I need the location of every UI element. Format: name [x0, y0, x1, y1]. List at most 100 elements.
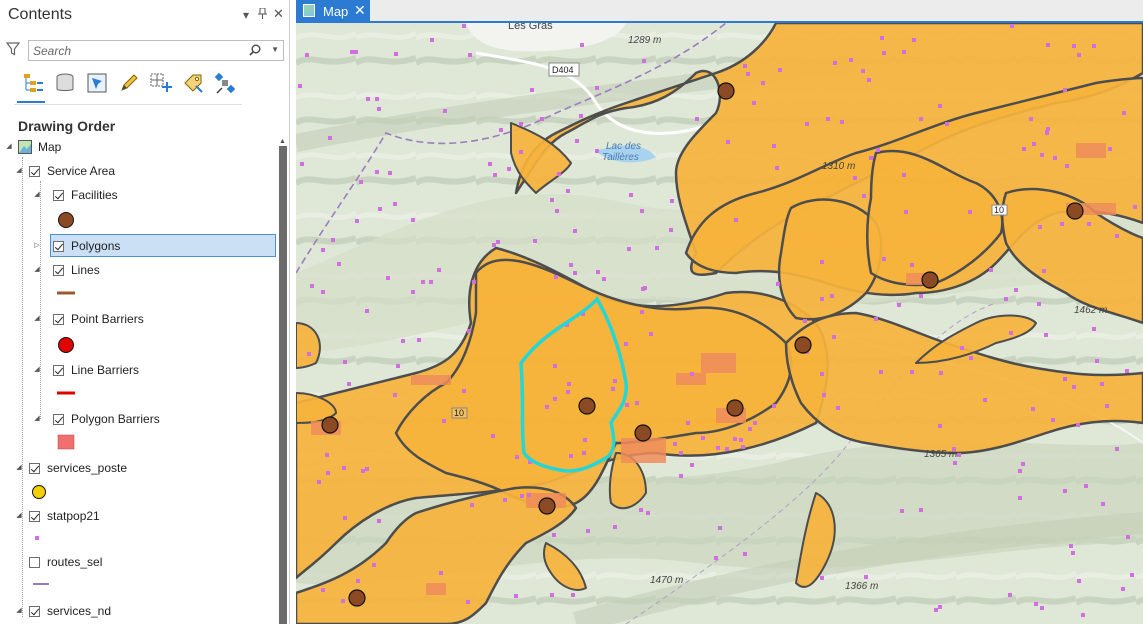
service-area-checkbox[interactable]: [29, 166, 40, 177]
collapse-point-barriers-icon[interactable]: ◢: [32, 309, 42, 329]
collapse-service-area-icon[interactable]: ◢: [14, 161, 24, 181]
list-by-selection-icon[interactable]: [84, 70, 110, 96]
collapse-map-icon[interactable]: ◢: [4, 137, 14, 157]
expand-polygons-icon[interactable]: ▷: [32, 236, 42, 256]
population-point: [1076, 423, 1080, 427]
tree-node-polygons[interactable]: ▷ Polygons: [32, 234, 276, 258]
list-by-snapping-icon[interactable]: [148, 70, 174, 96]
facility-point[interactable]: [348, 589, 366, 607]
scroll-up-icon[interactable]: ▲: [279, 138, 286, 145]
population-point: [305, 53, 309, 57]
population-point: [1042, 269, 1046, 273]
population-point: [545, 405, 549, 409]
label-d404: D404: [552, 65, 574, 75]
population-point: [1031, 407, 1035, 411]
population-point: [849, 58, 853, 62]
population-point: [569, 263, 573, 267]
population-point: [673, 442, 677, 446]
population-point: [468, 53, 472, 57]
population-point: [421, 280, 425, 284]
contents-pane: Contents ▾ ✕ ▼: [0, 0, 290, 624]
list-by-perspective-imagery-icon[interactable]: [212, 70, 238, 96]
statpop21-checkbox[interactable]: [29, 511, 40, 522]
population-point: [365, 467, 369, 471]
services-nd-checkbox[interactable]: [29, 606, 40, 617]
facility-point[interactable]: [538, 497, 556, 515]
collapse-facilities-icon[interactable]: ◢: [32, 185, 42, 205]
collapse-lines-icon[interactable]: ◢: [32, 260, 42, 280]
population-point: [298, 84, 302, 88]
population-point: [365, 309, 369, 313]
collapse-line-barriers-icon[interactable]: ◢: [32, 360, 42, 380]
population-point: [343, 360, 347, 364]
collapse-services-nd-icon[interactable]: ◢: [14, 601, 24, 621]
filter-icon[interactable]: [5, 42, 21, 59]
population-point: [714, 556, 718, 560]
tab-map[interactable]: Map ✕: [296, 0, 370, 22]
population-point: [1122, 111, 1126, 115]
population-point: [938, 104, 942, 108]
search-input[interactable]: [33, 43, 243, 58]
population-point: [968, 210, 972, 214]
lines-checkbox[interactable]: [53, 265, 64, 276]
list-by-editing-icon[interactable]: [116, 70, 142, 96]
collapse-statpop21-icon[interactable]: ◢: [14, 506, 24, 526]
population-point: [347, 382, 351, 386]
facility-point[interactable]: [578, 397, 596, 415]
population-point: [366, 97, 370, 101]
search-icon[interactable]: [249, 44, 261, 59]
population-point: [583, 438, 587, 442]
facility-point[interactable]: [321, 416, 339, 434]
population-point: [679, 474, 683, 478]
search-options-icon[interactable]: ▼: [271, 45, 279, 54]
line-barriers-checkbox[interactable]: [53, 365, 64, 376]
contents-scroll-thumb[interactable]: [279, 146, 287, 624]
facility-point[interactable]: [726, 399, 744, 417]
auto-hide-pin-icon[interactable]: [258, 7, 267, 22]
facility-point[interactable]: [1066, 202, 1084, 220]
facilities-checkbox[interactable]: [53, 190, 64, 201]
close-tab-icon[interactable]: ✕: [354, 2, 366, 19]
population-point: [1018, 469, 1022, 473]
population-point: [741, 445, 745, 449]
population-point: [853, 176, 857, 180]
collapse-polygon-barriers-icon[interactable]: ◢: [32, 409, 42, 429]
population-point: [820, 372, 824, 376]
population-point: [401, 339, 405, 343]
facility-point[interactable]: [794, 336, 812, 354]
facility-point[interactable]: [634, 424, 652, 442]
point-barriers-checkbox[interactable]: [53, 314, 64, 325]
elevation-1366: 1366 m: [845, 581, 878, 592]
population-point: [515, 455, 519, 459]
population-point: [527, 493, 531, 497]
pane-options-icon[interactable]: ▾: [243, 8, 249, 22]
population-point: [826, 117, 830, 121]
map-canvas[interactable]: Les Gras D404 Lac des Taillères 1289 m 1…: [296, 23, 1143, 624]
list-by-drawing-order-icon[interactable]: [20, 70, 46, 96]
list-by-labeling-icon[interactable]: [180, 70, 206, 96]
population-point: [919, 508, 923, 512]
population-point: [983, 398, 987, 402]
list-by-data-source-icon[interactable]: [52, 70, 78, 96]
close-pane-icon[interactable]: ✕: [273, 6, 284, 22]
population-point: [377, 107, 381, 111]
population-point: [880, 36, 884, 40]
label-lac1: Lac des: [606, 141, 641, 152]
population-point: [493, 173, 497, 177]
population-point: [1081, 613, 1085, 617]
population-point: [341, 599, 345, 603]
population-point: [354, 50, 358, 54]
population-point: [1018, 496, 1022, 500]
routes-sel-checkbox[interactable]: [29, 557, 40, 568]
population-point: [904, 210, 908, 214]
population-point: [1077, 579, 1081, 583]
polygon-barriers-checkbox[interactable]: [53, 414, 64, 425]
label-lac2: Taillères: [602, 152, 639, 163]
services-poste-checkbox[interactable]: [29, 463, 40, 474]
collapse-services-poste-icon[interactable]: ◢: [14, 458, 24, 478]
facility-point[interactable]: [921, 271, 939, 289]
population-point: [1100, 382, 1104, 386]
facility-point[interactable]: [717, 82, 735, 100]
polygons-checkbox[interactable]: [53, 241, 64, 252]
population-point: [640, 209, 644, 213]
